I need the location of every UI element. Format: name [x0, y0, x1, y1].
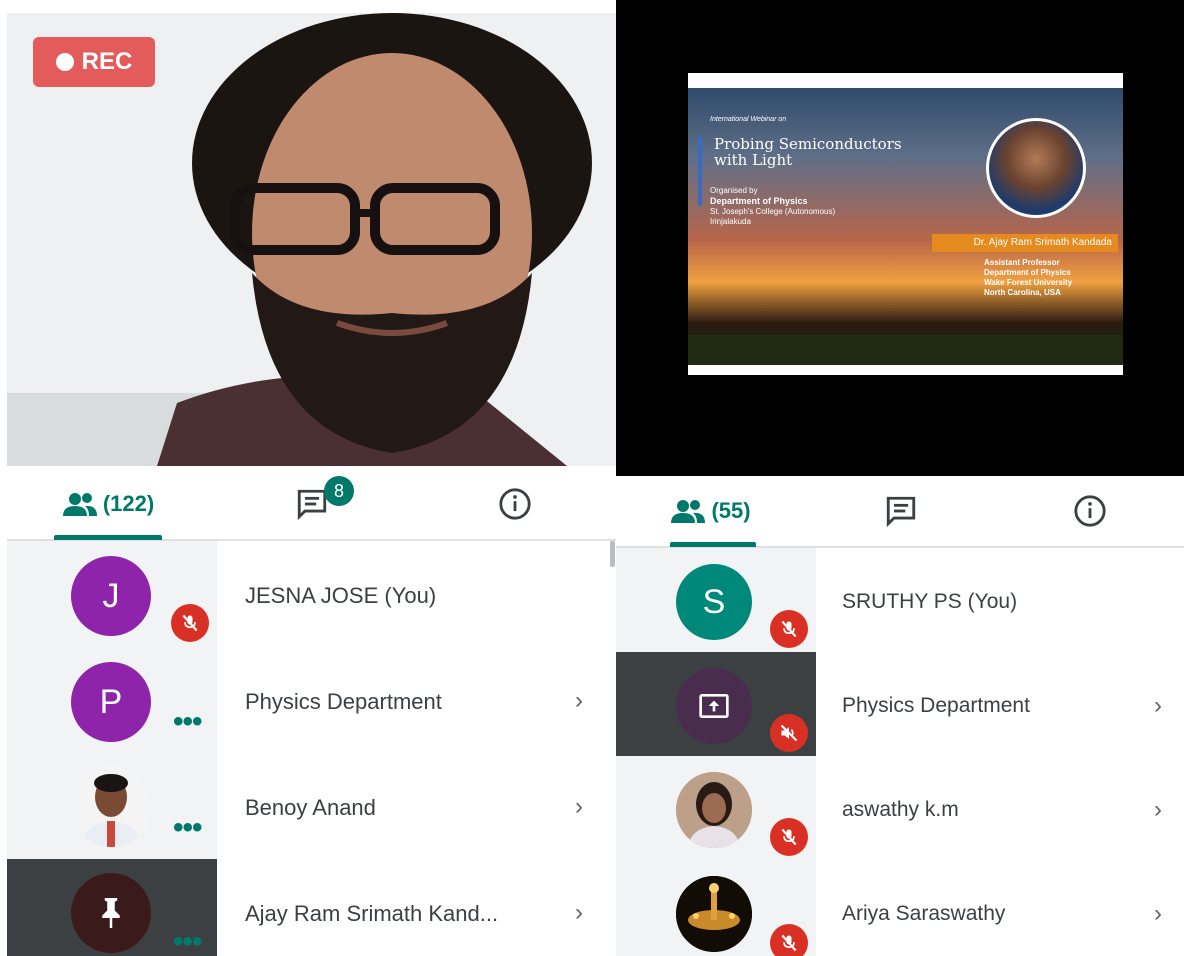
org-line: Organised by: [710, 186, 758, 195]
slide-organizer: Organised by Department of Physics St. J…: [710, 186, 835, 227]
slide-kicker: International Webinar on: [710, 116, 787, 123]
chevron-right-icon[interactable]: ›: [1154, 692, 1162, 720]
presentation-video-tile: International Webinar on Probing Semicon…: [616, 0, 1184, 476]
slide-background: International Webinar on Probing Semicon…: [688, 88, 1123, 365]
participant-row[interactable]: ••• Ajay Ram Srimath Kand... ›: [7, 859, 616, 956]
avatar: S: [676, 564, 752, 640]
slide-accent-bar: [698, 136, 702, 206]
people-icon: [671, 500, 706, 523]
avatar-photo: [676, 876, 752, 952]
participant-name: Ajay Ram Srimath Kand...: [245, 901, 499, 926]
left-active-tab-indicator: [54, 535, 162, 540]
mic-off-icon: [770, 818, 808, 856]
left-tab-bar: (122) 8: [7, 466, 616, 541]
recording-label: REC: [81, 48, 133, 75]
chevron-right-icon[interactable]: ›: [575, 899, 583, 927]
org-department: Department of Physics: [710, 196, 808, 206]
participant-row[interactable]: Ariya Saraswathy ›: [616, 860, 1184, 956]
right-participant-list: S SRUTHY PS (You) Physics Department › a…: [616, 548, 1184, 956]
tab-people[interactable]: (122): [7, 466, 210, 541]
right-tab-bar: (55): [616, 476, 1184, 546]
screenshot-root: REC (122) 8 J JESNA JOSE (You) P ••• Phy…: [0, 0, 1184, 956]
speaker-affiliation: Assistant Professor Department of Physic…: [984, 258, 1072, 298]
chevron-right-icon[interactable]: ›: [575, 793, 583, 821]
people-icon: [62, 492, 97, 516]
avatar-photo: [71, 767, 151, 847]
participant-name: Benoy Anand: [245, 795, 376, 820]
org-line: St. Joseph's College (Autonomous): [710, 207, 836, 216]
role-line: Wake Forest University: [984, 278, 1073, 287]
role-line: Department of Physics: [984, 268, 1071, 277]
participant-row[interactable]: J JESNA JOSE (You): [7, 541, 616, 647]
pin-icon: [71, 873, 151, 953]
more-options-icon[interactable]: •••: [173, 813, 202, 843]
recording-indicator: REC: [33, 37, 155, 87]
avatar: J: [71, 556, 151, 636]
tab-people[interactable]: (55): [616, 476, 806, 546]
right-active-tab-indicator: [670, 542, 756, 547]
people-count: (55): [711, 498, 751, 523]
record-dot-icon: [55, 53, 74, 71]
presenting-icon: [676, 668, 752, 744]
participant-name: JESNA JOSE (You): [245, 583, 437, 608]
info-icon: [498, 487, 531, 520]
volume-off-icon: [770, 714, 808, 752]
mic-off-icon: [770, 924, 808, 956]
participant-name: aswathy k.m: [842, 798, 959, 821]
more-options-icon[interactable]: •••: [173, 927, 202, 956]
avatar: P: [71, 662, 151, 742]
right-meeting-pane: International Webinar on Probing Semicon…: [616, 0, 1184, 956]
chat-icon: [886, 496, 916, 528]
tab-chat[interactable]: [806, 476, 996, 546]
slide-title: Probing Semiconductors with Light: [714, 135, 902, 169]
mic-off-icon: [770, 610, 808, 648]
participant-name: SRUTHY PS (You): [842, 590, 1018, 613]
camera-video-tile: REC: [7, 13, 616, 466]
chat-unread-badge: 8: [324, 476, 354, 506]
participant-name: Ariya Saraswathy: [842, 902, 1006, 925]
role-line: North Carolina, USA: [984, 288, 1061, 297]
webinar-slide: International Webinar on Probing Semicon…: [688, 73, 1123, 375]
tab-info[interactable]: [996, 476, 1184, 546]
role-line: Assistant Professor: [984, 258, 1060, 267]
org-line: Irinjalakuda: [710, 217, 751, 226]
participant-row[interactable]: P ••• Physics Department ›: [7, 647, 616, 753]
participant-row[interactable]: aswathy k.m ›: [616, 756, 1184, 862]
chevron-right-icon[interactable]: ›: [1154, 900, 1162, 928]
speaker-name: Dr. Ajay Ram Srimath Kandada: [932, 234, 1118, 252]
left-participant-list: J JESNA JOSE (You) P ••• Physics Departm…: [7, 541, 616, 956]
scrollbar[interactable]: [610, 541, 615, 567]
participant-row[interactable]: ••• Benoy Anand ›: [7, 753, 616, 859]
chevron-right-icon[interactable]: ›: [575, 687, 583, 715]
participant-row[interactable]: Physics Department ›: [616, 652, 1184, 758]
people-count: (122): [102, 490, 155, 516]
tab-chat[interactable]: 8: [210, 466, 413, 541]
participant-name: Physics Department: [245, 689, 442, 714]
mic-off-icon: [171, 604, 209, 642]
slide-horizon: [688, 335, 1123, 365]
tab-info[interactable]: [413, 466, 616, 541]
more-options-icon[interactable]: •••: [173, 707, 202, 737]
chevron-right-icon[interactable]: ›: [1154, 796, 1162, 824]
avatar-photo: [676, 772, 752, 848]
speaker-photo: [986, 118, 1086, 218]
participant-row[interactable]: S SRUTHY PS (You): [616, 548, 1184, 654]
info-icon: [1074, 495, 1106, 527]
participant-name: Physics Department: [842, 694, 1030, 717]
left-meeting-pane: REC (122) 8 J JESNA JOSE (You) P ••• Phy…: [7, 13, 616, 956]
